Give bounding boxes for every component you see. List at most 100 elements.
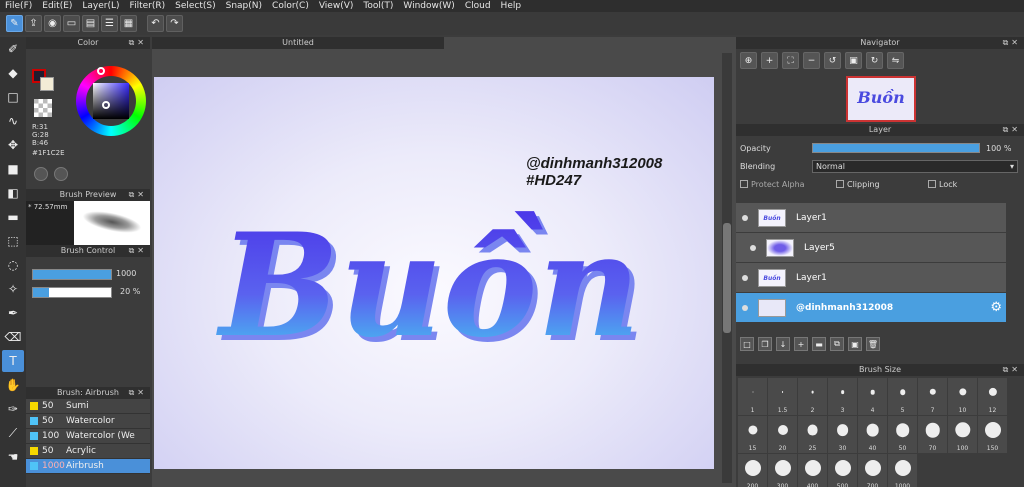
color-settings-icon[interactable] xyxy=(54,167,68,181)
saturation-value-square[interactable] xyxy=(93,83,129,119)
comment-icon[interactable]: ◉ xyxy=(44,15,61,32)
brush-size-cell[interactable]: 10 xyxy=(948,378,977,415)
brush-item[interactable]: 100 Watercolor (We xyxy=(26,429,150,444)
rect-select-tool-icon[interactable]: ⬚ xyxy=(2,230,24,252)
layer-row[interactable]: Buồn Layer1 xyxy=(736,203,1006,233)
brush-size-cell[interactable]: 25 xyxy=(798,416,827,453)
visibility-eye-icon[interactable] xyxy=(742,214,748,221)
clipping-checkbox[interactable]: Clipping xyxy=(836,180,928,189)
brush-size-cell[interactable]: 700 xyxy=(858,454,887,487)
panel-window-icons[interactable]: ⧉✕ xyxy=(1003,124,1021,136)
reset-icon[interactable]: ▣ xyxy=(845,52,862,69)
layer-opacity-slider[interactable] xyxy=(812,143,980,153)
color-wheel[interactable] xyxy=(76,66,146,136)
brush-size-cell[interactable]: 3 xyxy=(828,378,857,415)
layer-row[interactable]: Buồn Layer1 xyxy=(736,263,1006,293)
lock-checkbox[interactable]: Lock xyxy=(928,180,957,189)
fit-icon[interactable]: ⛶ xyxy=(782,52,799,69)
scroll-thumb[interactable] xyxy=(723,223,731,333)
menu-view[interactable]: View(V) xyxy=(314,0,359,12)
select-pen-tool-icon[interactable]: ✒ xyxy=(2,302,24,324)
brush-size-cell[interactable]: 50 xyxy=(888,416,917,453)
menu-select[interactable]: Select(S) xyxy=(170,0,221,12)
grid-icon[interactable]: ▦ xyxy=(120,15,137,32)
add-layer-menu-icon[interactable]: + xyxy=(794,337,808,351)
layer-row[interactable]: Layer5 xyxy=(736,233,1006,263)
menu-tool[interactable]: Tool(T) xyxy=(358,0,398,12)
background-color-swatch[interactable] xyxy=(40,77,54,91)
eraser-tool-icon[interactable]: ◆ xyxy=(2,62,24,84)
hue-knob[interactable] xyxy=(97,67,105,75)
curve-tool-icon[interactable]: ∿ xyxy=(2,110,24,132)
brush-size-cell[interactable]: 1.5 xyxy=(768,378,797,415)
zoom-in-icon[interactable]: + xyxy=(761,52,778,69)
brush-size-cell[interactable]: 1 xyxy=(738,378,767,415)
brush-size-cell[interactable]: 400 xyxy=(798,454,827,487)
brush-size-cell[interactable]: 20 xyxy=(768,416,797,453)
page-icon[interactable]: ▤ xyxy=(82,15,99,32)
select-eraser-tool-icon[interactable]: ⌫ xyxy=(2,326,24,348)
panel-window-icons[interactable]: ⧉✕ xyxy=(129,189,147,201)
export-icon[interactable]: ⇪ xyxy=(25,15,42,32)
delete-layer-icon[interactable]: 🗑 xyxy=(866,337,880,351)
lasso-tool-icon[interactable]: ◌ xyxy=(2,254,24,276)
brush-opacity-slider[interactable] xyxy=(32,287,112,298)
brush-size-cell[interactable]: 200 xyxy=(738,454,767,487)
flip-icon[interactable]: ⇋ xyxy=(887,52,904,69)
text-tool-icon[interactable]: T xyxy=(2,350,24,372)
rotate-right-icon[interactable]: ↻ xyxy=(866,52,883,69)
visibility-eye-icon[interactable] xyxy=(750,244,756,251)
panel-window-icons[interactable]: ⧉✕ xyxy=(129,37,147,49)
menu-edit[interactable]: Edit(E) xyxy=(37,0,77,12)
brush-size-cell[interactable]: 300 xyxy=(768,454,797,487)
menu-help[interactable]: Help xyxy=(496,0,527,12)
menu-window[interactable]: Window(W) xyxy=(398,0,459,12)
document-tab[interactable]: Untitled xyxy=(152,37,444,49)
merge-down-icon[interactable]: ↓ xyxy=(776,337,790,351)
eyedropper-tool-icon[interactable]: ✑ xyxy=(2,398,24,420)
brush-size-cell[interactable]: 150 xyxy=(978,416,1007,453)
brush-size-cell[interactable]: 1000 xyxy=(888,454,917,487)
ruler-tool-icon[interactable]: ⟋ xyxy=(2,422,24,444)
canvas-vertical-scrollbar[interactable] xyxy=(722,53,732,483)
brush-size-slider[interactable] xyxy=(32,269,112,280)
new-layer-icon[interactable]: □ xyxy=(740,337,754,351)
layer-row-selected[interactable]: @dinhmanh312008 ⚙ xyxy=(736,293,1006,323)
panel-window-icons[interactable]: ⧉✕ xyxy=(129,387,147,399)
brush-size-cell[interactable]: 15 xyxy=(738,416,767,453)
gradient-tool-icon[interactable]: ▬ xyxy=(2,206,24,228)
folder-icon[interactable]: ▬ xyxy=(812,337,826,351)
brush-tool-icon[interactable]: ✐ xyxy=(2,38,24,60)
brush-size-cell[interactable]: 30 xyxy=(828,416,857,453)
panel-window-icons[interactable]: ⧉✕ xyxy=(1003,37,1021,49)
menu-layer[interactable]: Layer(L) xyxy=(77,0,124,12)
brush-size-cell[interactable]: 7 xyxy=(918,378,947,415)
shape-tool-icon[interactable]: □ xyxy=(2,86,24,108)
list-icon[interactable]: ☰ xyxy=(101,15,118,32)
protect-alpha-checkbox[interactable]: Protect Alpha xyxy=(740,180,836,189)
visibility-eye-icon[interactable] xyxy=(742,274,748,281)
menu-color[interactable]: Color(C) xyxy=(267,0,314,12)
brush-item[interactable]: 50 Sumi xyxy=(26,399,150,414)
magic-wand-tool-icon[interactable]: ✧ xyxy=(2,278,24,300)
copy-layer-icon[interactable]: ❐ xyxy=(758,337,772,351)
operation-tool-icon[interactable]: ✋ xyxy=(2,374,24,396)
chat-icon[interactable]: ▭ xyxy=(63,15,80,32)
brush-size-cell[interactable]: 70 xyxy=(918,416,947,453)
canvas-page[interactable]: @dinhmanh312008 #HD247 Buồn Buồn xyxy=(154,77,714,469)
color-knob[interactable] xyxy=(102,101,110,109)
undo-icon[interactable]: ↶ xyxy=(147,15,164,32)
palette-icon[interactable] xyxy=(34,167,48,181)
brush-item-selected[interactable]: 1000 Airbrush xyxy=(26,459,150,474)
brush-size-cell[interactable]: 5 xyxy=(888,378,917,415)
menu-file[interactable]: File(F) xyxy=(0,0,37,12)
transparent-color-swatch[interactable] xyxy=(34,99,52,117)
brush-size-cell[interactable]: 100 xyxy=(948,416,977,453)
layer-settings-gear-icon[interactable]: ⚙ xyxy=(990,300,1002,315)
layer-mask-icon[interactable]: ▣ xyxy=(848,337,862,351)
visibility-eye-icon[interactable] xyxy=(742,304,748,311)
hand-tool-icon[interactable]: ☚ xyxy=(2,446,24,468)
redo-icon[interactable]: ↷ xyxy=(166,15,183,32)
menu-filter[interactable]: Filter(R) xyxy=(125,0,171,12)
rotate-left-icon[interactable]: ↺ xyxy=(824,52,841,69)
